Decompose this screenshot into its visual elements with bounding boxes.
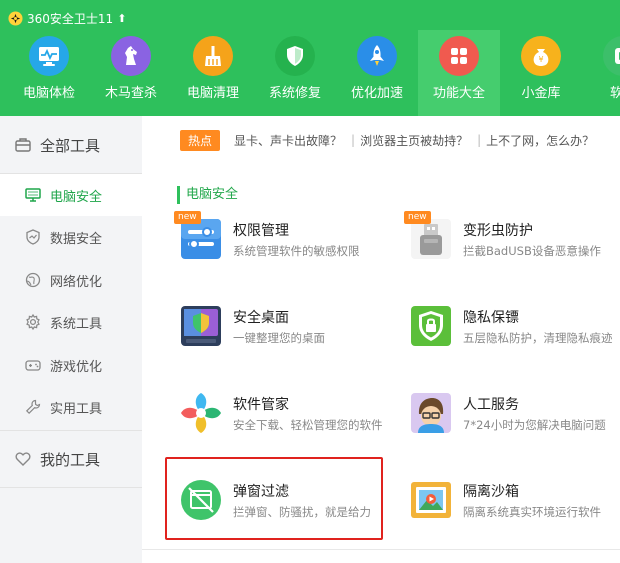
section-title: 电脑安全 bbox=[177, 186, 238, 204]
grid-icon bbox=[439, 36, 479, 76]
app-title: 360安全卫士11 ⬆ bbox=[8, 9, 126, 27]
wrench-icon bbox=[25, 399, 41, 415]
hot-link[interactable]: 浏览器主页被劫持？ bbox=[360, 132, 468, 149]
new-badge: new bbox=[174, 211, 201, 224]
tool-secure-desktop[interactable]: 安全桌面 一键整理您的桌面 bbox=[180, 305, 400, 365]
tool-name: 隔离沙箱 bbox=[463, 484, 519, 500]
tool-name: 安全桌面 bbox=[233, 310, 289, 326]
tool-desc: 安全下载、轻松管理您的软件 bbox=[233, 418, 383, 432]
sidebar-my-tools[interactable]: 我的工具 bbox=[0, 431, 142, 487]
heart-icon bbox=[15, 452, 31, 466]
sidebar-item-label: 数据安全 bbox=[50, 231, 103, 247]
rocket-icon bbox=[357, 36, 397, 76]
sidebar-item-utilities[interactable]: 实用工具 bbox=[0, 386, 142, 428]
tool-human-service[interactable]: 人工服务 7*24小时为您解决电脑问题 bbox=[410, 392, 620, 452]
divider: | bbox=[477, 133, 482, 147]
gamepad-icon bbox=[25, 360, 41, 371]
tool-desc: 一键整理您的桌面 bbox=[233, 331, 325, 345]
tool-privacy-guard[interactable]: 隐私保镖 五层隐私防护，清理隐私痕迹 bbox=[410, 305, 620, 365]
divider bbox=[0, 487, 142, 488]
monitor-icon bbox=[25, 188, 41, 202]
shield-icon bbox=[275, 36, 315, 76]
nav-label: 系统修复 bbox=[268, 86, 321, 101]
gear-icon bbox=[26, 313, 40, 331]
secure-desktop-icon bbox=[180, 305, 222, 347]
nav-software[interactable]: 软件 bbox=[582, 30, 620, 116]
hot-badge: 热点 bbox=[180, 129, 221, 151]
nav-pc-clean[interactable]: 电脑清理 bbox=[172, 30, 254, 116]
nav-label: 功能大全 bbox=[432, 86, 485, 101]
hot-link[interactable]: 上不了网，怎么办？ bbox=[486, 132, 594, 149]
tool-desc: 系统管理软件的敏感权限 bbox=[233, 244, 360, 258]
tool-name: 人工服务 bbox=[463, 397, 519, 413]
tool-desc: 五层隐私防护，清理隐私痕迹 bbox=[463, 331, 613, 345]
sidebar-all-tools[interactable]: 全部工具 bbox=[0, 117, 142, 173]
sidebar: 全部工具 电脑安全 数据安全 网络优化 系统工具 游戏优化 实用工具 我的工具 bbox=[0, 116, 142, 563]
new-badge: new bbox=[404, 211, 431, 224]
sidebar-item-system-tools[interactable]: 系统工具 bbox=[0, 301, 142, 343]
nav-all-features[interactable]: 功能大全 bbox=[418, 30, 500, 116]
nav-label: 木马查杀 bbox=[104, 86, 157, 101]
sidebar-item-label: 系统工具 bbox=[50, 316, 103, 332]
nav-optimize[interactable]: 优化加速 bbox=[336, 30, 418, 116]
sidebar-all-tools-label: 全部工具 bbox=[40, 136, 101, 155]
tool-name: 隐私保镖 bbox=[463, 310, 519, 326]
software-manager-icon bbox=[180, 392, 222, 434]
sidebar-item-game-optimize[interactable]: 游戏优化 bbox=[0, 344, 142, 386]
tool-sandbox[interactable]: 隔离沙箱 隔离系统真实环境运行软件 bbox=[410, 479, 620, 539]
sidebar-item-label: 游戏优化 bbox=[50, 359, 103, 375]
divider: | bbox=[351, 133, 356, 147]
tool-name: 变形虫防护 bbox=[463, 223, 533, 239]
tool-permission-manager[interactable]: new 权限管理 系统管理软件的敏感权限 bbox=[174, 211, 400, 278]
app-logo-icon bbox=[8, 10, 23, 26]
nav-label: 电脑清理 bbox=[186, 86, 239, 101]
privacy-lock-icon bbox=[410, 305, 452, 347]
top-bar: 360安全卫士11 ⬆ 电脑体检 木马查杀 电脑清理 系统修复 优化加速 功能大… bbox=[0, 0, 620, 116]
nav-label: 软件 bbox=[609, 86, 620, 101]
highlight-frame bbox=[165, 457, 383, 540]
broom-icon bbox=[193, 36, 233, 76]
usb-guard-icon bbox=[410, 218, 452, 260]
tool-name: 权限管理 bbox=[233, 223, 289, 239]
sidebar-my-tools-label: 我的工具 bbox=[40, 450, 101, 469]
nav-label: 优化加速 bbox=[350, 86, 403, 101]
sidebar-item-data-security[interactable]: 数据安全 bbox=[0, 216, 142, 258]
nav-label: 小金库 bbox=[521, 86, 561, 101]
sidebar-item-pc-security[interactable]: 电脑安全 bbox=[0, 174, 142, 216]
hot-topics-bar: 热点 显卡、声卡出故障？ | 浏览器主页被劫持？ | 上不了网，怎么办？ bbox=[180, 129, 598, 151]
horse-icon bbox=[111, 36, 151, 76]
nav-label: 电脑体检 bbox=[22, 86, 75, 101]
sandbox-icon bbox=[410, 479, 452, 521]
up-arrow-icon[interactable]: ⬆ bbox=[117, 12, 126, 25]
hot-link[interactable]: 显卡、声卡出故障？ bbox=[234, 132, 342, 149]
human-service-icon bbox=[410, 392, 452, 434]
toolbox-icon bbox=[15, 138, 31, 152]
nav-trojan-scan[interactable]: 木马查杀 bbox=[90, 30, 172, 116]
sidebar-item-label: 实用工具 bbox=[50, 401, 103, 417]
tool-usb-guard[interactable]: new 变形虫防护 拦截BadUSB设备恶意操作 bbox=[404, 211, 620, 278]
coin-bag-icon: ¥ bbox=[521, 36, 561, 76]
nav-pc-checkup[interactable]: 电脑体检 bbox=[8, 30, 90, 116]
sidebar-item-network[interactable]: 网络优化 bbox=[0, 259, 142, 301]
svg-text:¥: ¥ bbox=[538, 55, 543, 64]
monitor-pulse-icon bbox=[29, 36, 69, 76]
sidebar-item-label: 电脑安全 bbox=[50, 189, 103, 205]
sidebar-item-label: 网络优化 bbox=[50, 274, 103, 290]
tool-desc: 拦截BadUSB设备恶意操作 bbox=[463, 244, 601, 258]
tool-software-manager[interactable]: 软件管家 安全下载、轻松管理您的软件 bbox=[180, 392, 400, 452]
globe-icon bbox=[25, 272, 41, 288]
tool-name: 软件管家 bbox=[233, 397, 289, 413]
tool-desc: 7*24小时为您解决电脑问题 bbox=[463, 418, 606, 432]
tool-desc: 隔离系统真实环境运行软件 bbox=[463, 505, 601, 519]
shield-data-icon bbox=[26, 229, 40, 245]
nav-system-repair[interactable]: 系统修复 bbox=[254, 30, 336, 116]
app-title-text: 360安全卫士11 bbox=[27, 11, 114, 26]
divider bbox=[142, 549, 620, 550]
software-icon bbox=[603, 36, 620, 76]
permission-icon bbox=[180, 218, 222, 260]
nav-treasury[interactable]: ¥ 小金库 bbox=[500, 30, 582, 116]
